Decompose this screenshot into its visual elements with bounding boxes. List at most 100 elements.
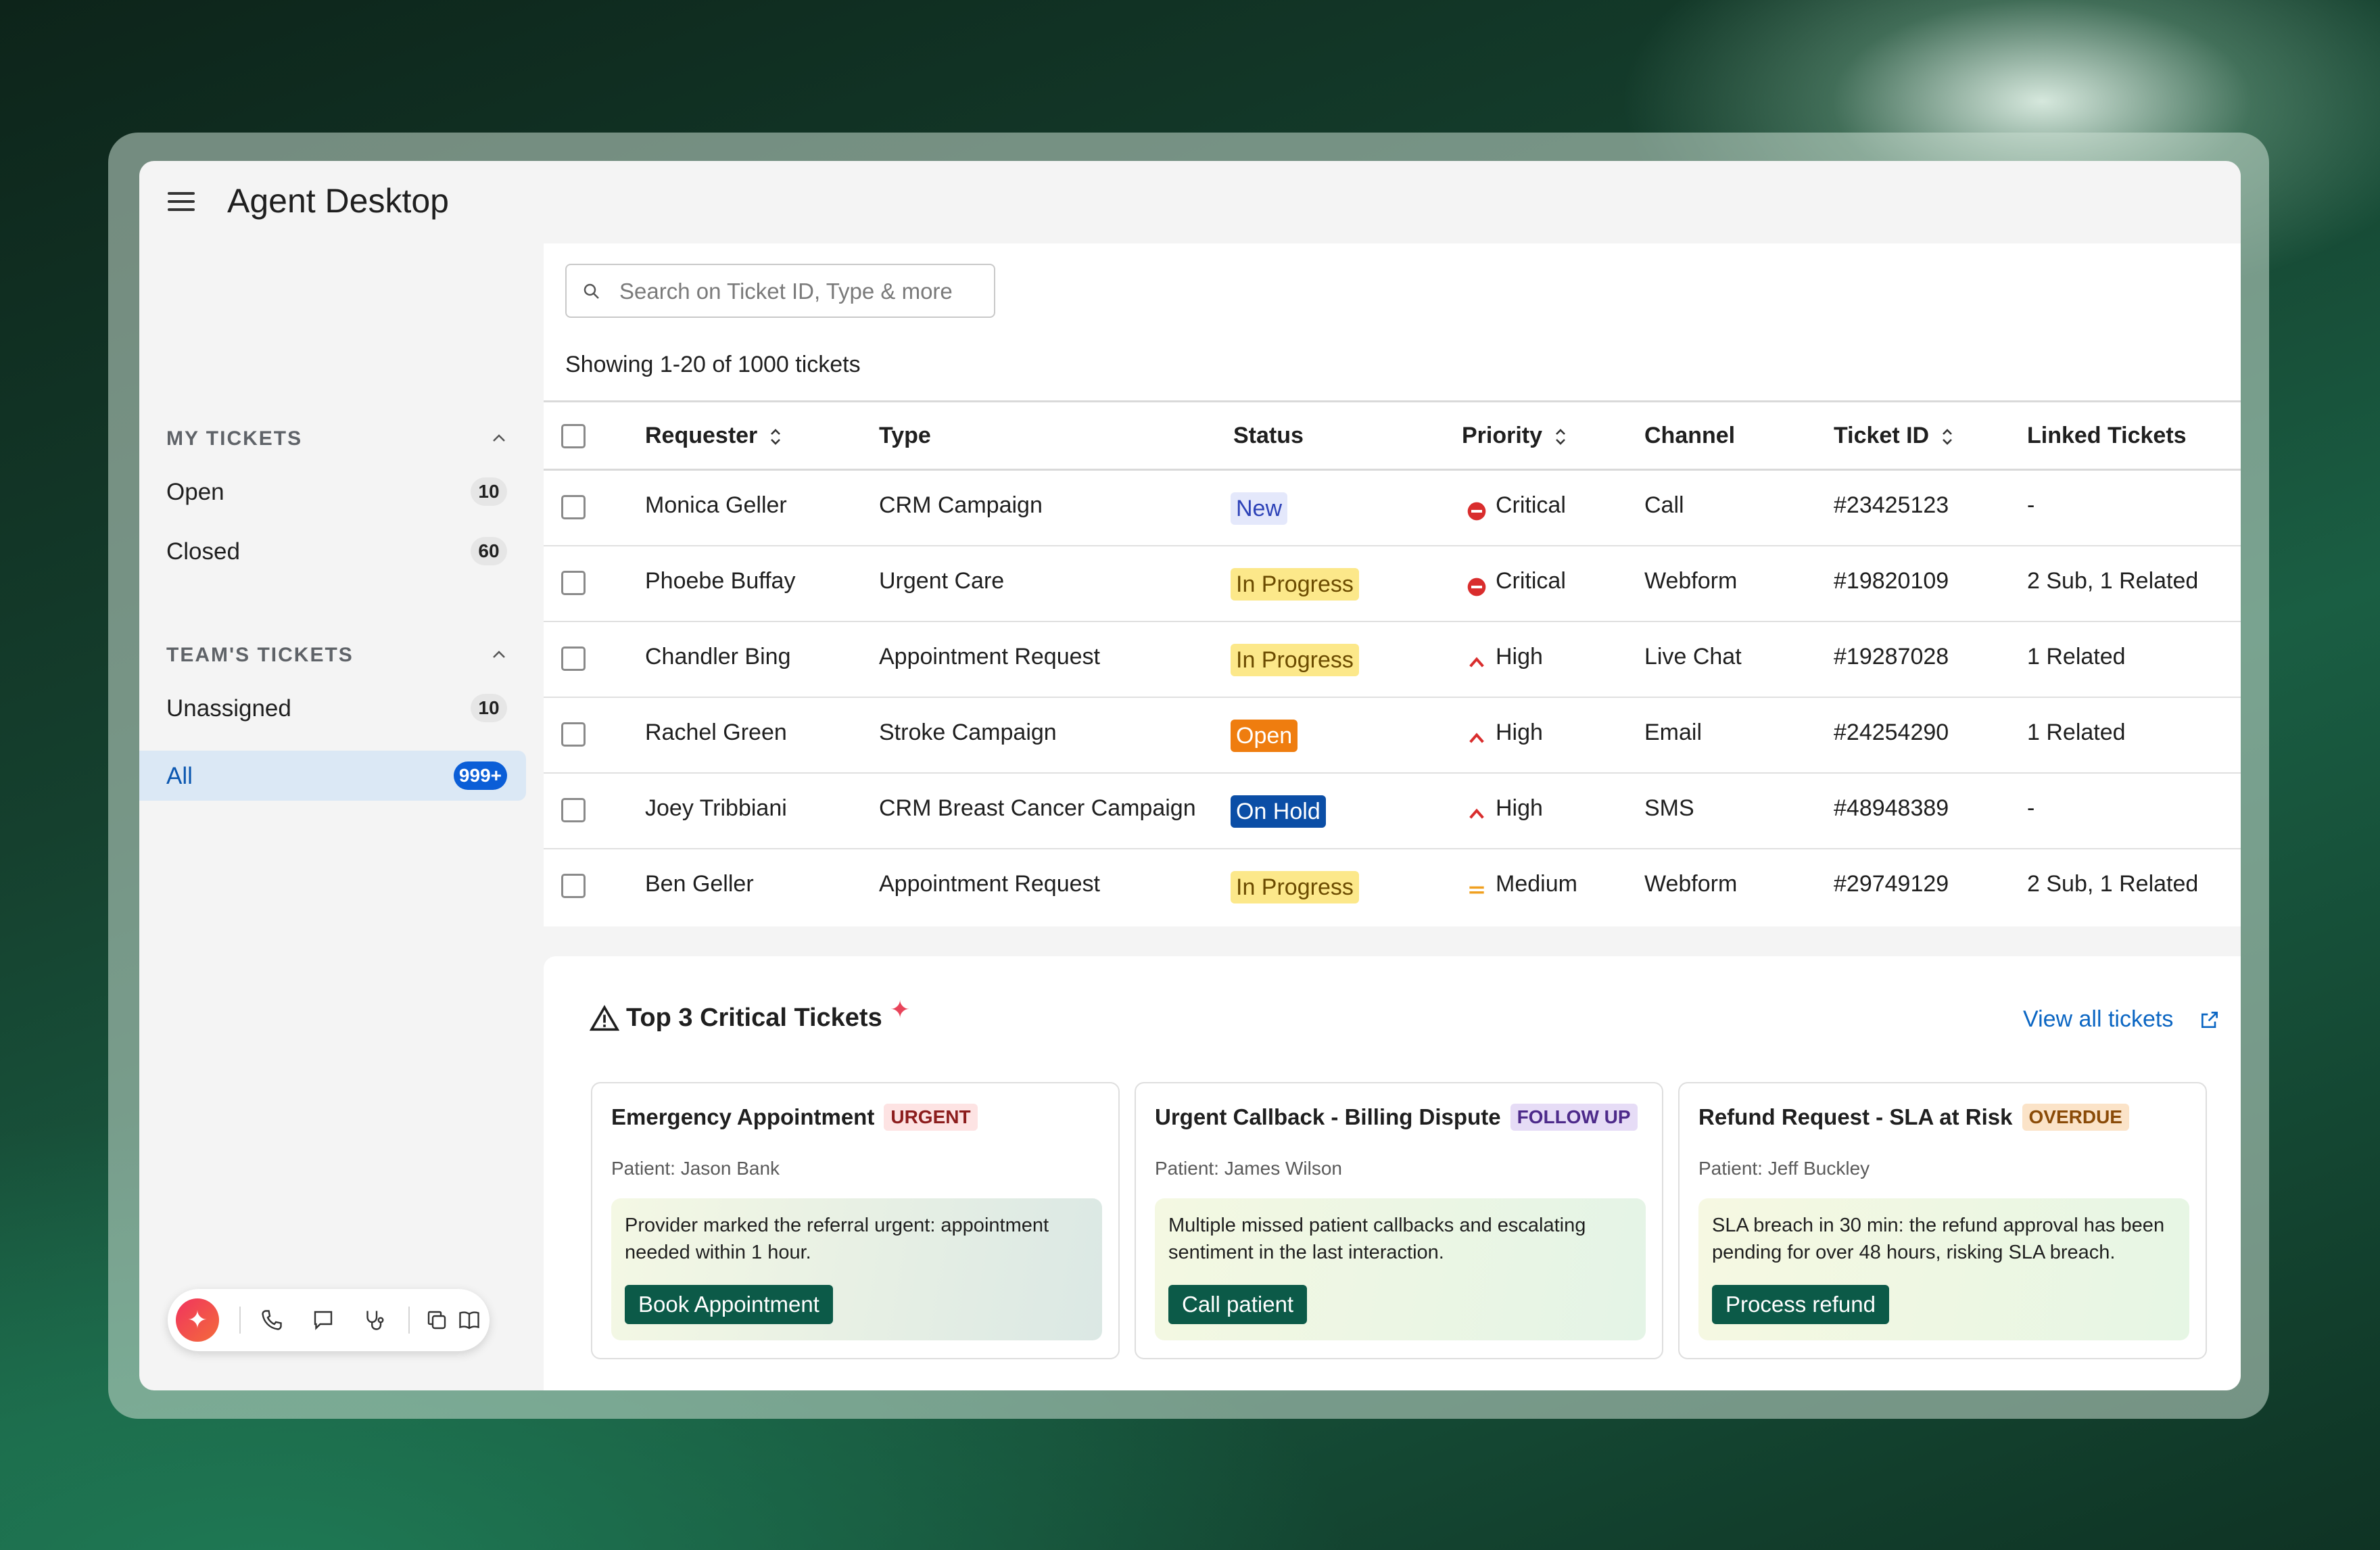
col-channel: Channel [1644, 423, 1736, 448]
patient-name: Patient: Jeff Buckley [1698, 1158, 1870, 1179]
card-tag: FOLLOW UP [1510, 1104, 1638, 1131]
type-cell: CRM Campaign [879, 492, 1043, 518]
card-title: Refund Request - SLA at Risk OVERDUE [1698, 1104, 2129, 1131]
chevron-up-icon[interactable] [491, 433, 507, 444]
ticket-id-cell[interactable]: #23425123 [1834, 492, 1949, 519]
status-badge: New [1231, 492, 1288, 525]
menu-icon[interactable] [168, 192, 195, 212]
chevron-up-icon[interactable] [491, 649, 507, 660]
table-row[interactable]: Monica Geller CRM Campaign New Critical … [544, 471, 2241, 546]
ticket-id-cell[interactable]: #48948389 [1834, 795, 1949, 822]
sidebar-item-all[interactable]: All 999+ [139, 751, 526, 801]
sparkle-icon: ✦ [890, 995, 911, 1023]
sidebar: MY TICKETS Open 10 Closed 60 TEAM'S TICK… [139, 243, 526, 1390]
sort-icon[interactable] [1940, 425, 1955, 448]
linked-cell: 2 Sub, 1 Related [2027, 871, 2199, 897]
table-row[interactable]: Ben Geller Appointment Request In Progre… [544, 849, 2241, 925]
ticket-id-cell[interactable]: #24254290 [1834, 720, 1949, 746]
equals-icon [1469, 886, 1484, 894]
external-link-icon[interactable] [2199, 1009, 2220, 1031]
table-row[interactable]: Chandler Bing Appointment Request In Pro… [544, 622, 2241, 698]
critical-card[interactable]: Urgent Callback - Billing Dispute FOLLOW … [1135, 1082, 1663, 1359]
count-badge: 999+ [453, 761, 507, 790]
sidebar-item-label: Unassigned [166, 695, 291, 722]
table-row[interactable]: Rachel Green Stroke Campaign Open High E… [544, 698, 2241, 774]
tickets-panel: Search on Ticket ID, Type & more Showing… [544, 243, 2241, 926]
col-requester[interactable]: Requester [645, 423, 783, 449]
ticket-id-cell[interactable]: #29749129 [1834, 871, 1949, 897]
table-row[interactable]: Joey Tribbiani CRM Breast Cancer Campaig… [544, 774, 2241, 849]
select-all-checkbox[interactable] [561, 424, 586, 448]
col-label: Priority [1462, 423, 1543, 448]
search-placeholder: Search on Ticket ID, Type & more [619, 279, 953, 304]
row-checkbox[interactable] [561, 798, 586, 822]
search-input[interactable]: Search on Ticket ID, Type & more [565, 264, 995, 318]
requester-cell: Phoebe Buffay [645, 568, 796, 594]
type-cell: CRM Breast Cancer Campaign [879, 795, 1196, 821]
col-priority[interactable]: Priority [1462, 423, 1568, 449]
chevron-up-icon [1469, 808, 1484, 819]
warning-icon [590, 1005, 619, 1031]
call-patient-button[interactable]: Call patient [1168, 1285, 1308, 1324]
card-title: Emergency Appointment URGENT [611, 1104, 978, 1131]
sidebar-item-label: Open [166, 479, 224, 505]
priority-cell: High [1496, 720, 1543, 745]
sort-icon[interactable] [1553, 425, 1568, 448]
col-label: Ticket ID [1834, 423, 1930, 448]
channel-cell: Email [1644, 720, 1703, 745]
sidebar-item-open[interactable]: Open 10 [139, 467, 526, 517]
linked-cell: 2 Sub, 1 Related [2027, 568, 2199, 594]
ticket-id-cell[interactable]: #19287028 [1834, 644, 1949, 670]
requester-cell: Monica Geller [645, 492, 787, 518]
row-checkbox[interactable] [561, 874, 586, 898]
row-checkbox[interactable] [561, 495, 586, 519]
process-refund-button[interactable]: Process refund [1712, 1285, 1889, 1324]
card-description: Provider marked the referral urgent: app… [625, 1215, 1049, 1263]
priority-cell: High [1496, 795, 1543, 821]
sparkle-icon[interactable]: ✦ [176, 1298, 219, 1342]
divider [239, 1307, 241, 1334]
sort-icon[interactable] [768, 425, 783, 448]
book-appointment-button[interactable]: Book Appointment [625, 1285, 833, 1324]
row-checkbox[interactable] [561, 722, 586, 747]
copy-icon[interactable] [425, 1308, 449, 1332]
chat-icon[interactable] [311, 1308, 335, 1332]
col-status: Status [1233, 423, 1304, 448]
ticket-id-cell[interactable]: #19820109 [1834, 568, 1949, 594]
my-tickets-header[interactable]: MY TICKETS [166, 427, 302, 450]
status-badge: In Progress [1231, 568, 1359, 601]
type-cell: Stroke Campaign [879, 720, 1057, 745]
team-tickets-header[interactable]: TEAM'S TICKETS [166, 644, 354, 667]
stethoscope-icon[interactable] [362, 1308, 387, 1332]
row-checkbox[interactable] [561, 571, 586, 595]
requester-cell: Chandler Bing [645, 644, 791, 670]
col-type: Type [879, 423, 931, 448]
channel-cell: Live Chat [1644, 644, 1742, 670]
priority-cell: Critical [1496, 492, 1566, 518]
sidebar-item-label: Closed [166, 538, 240, 565]
phone-icon[interactable] [260, 1308, 284, 1332]
patient-name: Patient: Jason Bank [611, 1158, 780, 1179]
requester-cell: Joey Tribbiani [645, 795, 787, 821]
top-bar: Agent Desktop [139, 161, 2241, 243]
chevron-up-icon [1469, 657, 1484, 667]
sidebar-item-unassigned[interactable]: Unassigned 10 [139, 683, 526, 733]
card-description: Multiple missed patient callbacks and es… [1168, 1215, 1586, 1263]
critical-card[interactable]: Refund Request - SLA at Risk OVERDUE Pati… [1678, 1082, 2207, 1359]
col-label: Requester [645, 423, 758, 448]
row-checkbox[interactable] [561, 647, 586, 671]
search-icon [584, 283, 599, 299]
sidebar-item-label: All [166, 763, 193, 789]
critical-card[interactable]: Emergency Appointment URGENT Patient: Jas… [591, 1082, 1120, 1359]
count-badge: 10 [471, 477, 507, 506]
book-icon[interactable] [457, 1308, 481, 1332]
card-title: Urgent Callback - Billing Dispute FOLLOW … [1155, 1104, 1638, 1131]
card-tag: URGENT [884, 1104, 978, 1131]
sidebar-item-closed[interactable]: Closed 60 [139, 526, 526, 576]
count-badge: 60 [471, 537, 507, 565]
col-linked: Linked Tickets [2027, 423, 2187, 448]
table-row[interactable]: Phoebe Buffay Urgent Care In Progress Cr… [544, 546, 2241, 622]
chevron-up-icon [1469, 732, 1484, 743]
view-all-link[interactable]: View all tickets [2023, 1006, 2173, 1033]
col-ticket-id[interactable]: Ticket ID [1834, 423, 1955, 449]
